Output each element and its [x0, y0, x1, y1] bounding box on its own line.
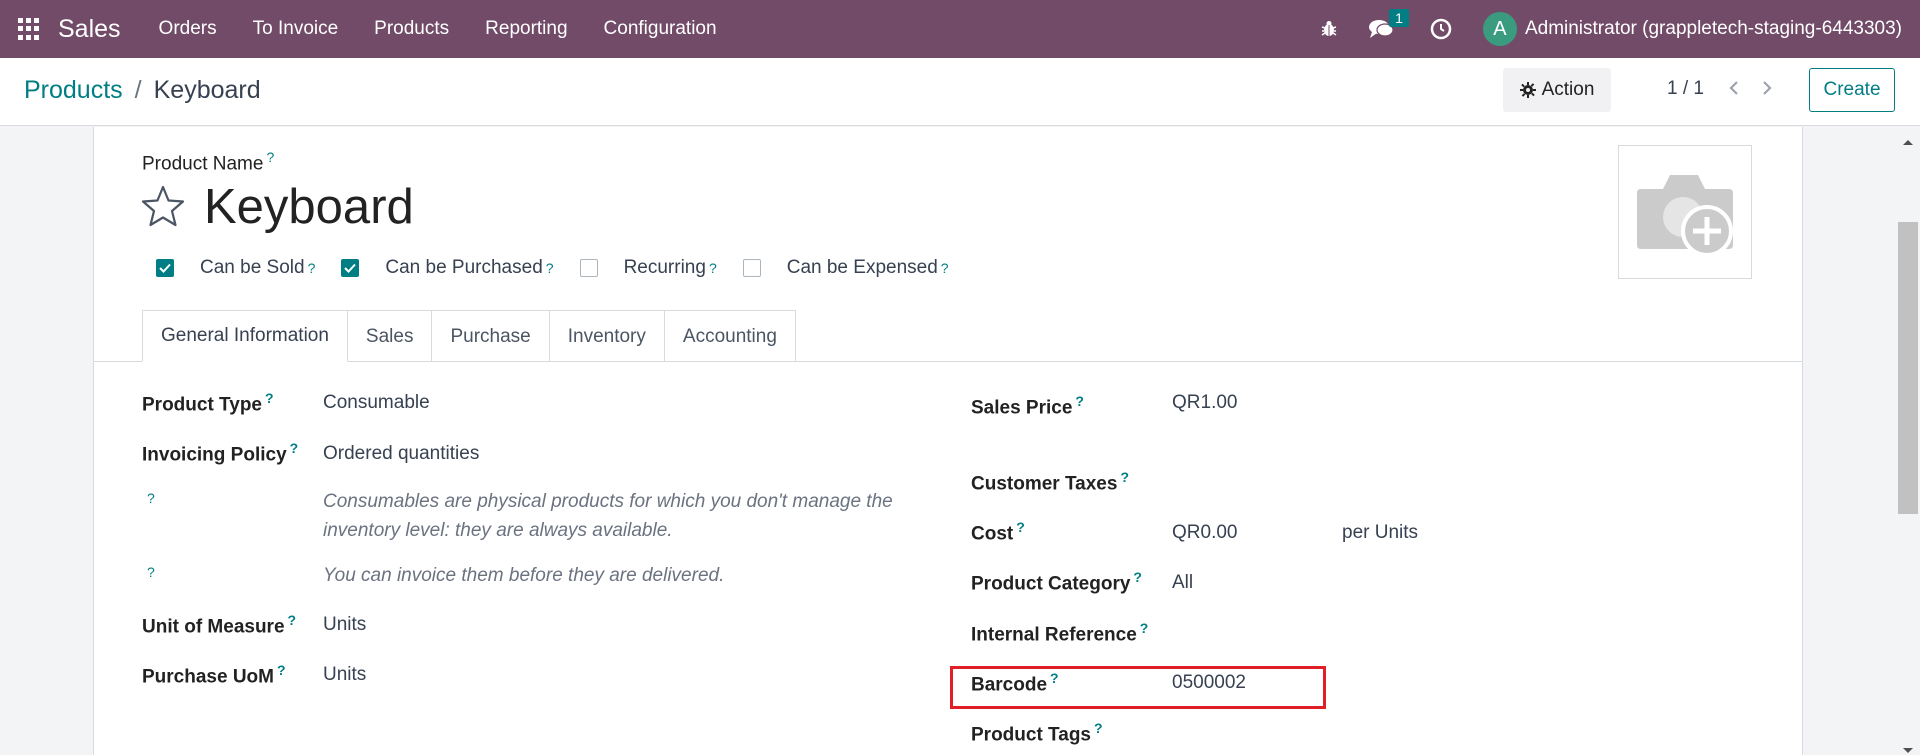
help-icon[interactable]: ?: [1120, 469, 1129, 485]
favorite-star-icon[interactable]: [140, 184, 186, 233]
product-type-field[interactable]: Consumable: [323, 392, 430, 414]
product-category-field[interactable]: All: [1172, 572, 1193, 594]
help-icon[interactable]: ?: [1075, 393, 1084, 409]
help-icon[interactable]: ?: [546, 260, 554, 276]
help-icon[interactable]: ?: [266, 149, 274, 165]
message-count-badge: 1: [1389, 9, 1409, 27]
tab-general-information[interactable]: General Information: [142, 310, 348, 362]
scroll-up-arrow-icon[interactable]: [1901, 134, 1915, 152]
app-name[interactable]: Sales: [58, 15, 121, 44]
pager-next-icon[interactable]: [1757, 76, 1777, 100]
help-icon[interactable]: ?: [1094, 720, 1103, 736]
clock-icon[interactable]: [1427, 15, 1455, 43]
menu-orders[interactable]: Orders: [141, 0, 235, 58]
apps-grid-icon[interactable]: [18, 18, 40, 40]
product-category-label: Product Category?: [971, 569, 1142, 595]
product-name-field[interactable]: Keyboard: [204, 179, 414, 235]
main-menu: Orders To Invoice Products Reporting Con…: [141, 0, 735, 58]
gear-icon: [1519, 82, 1536, 98]
breadcrumb: Products / Keyboard: [24, 76, 261, 105]
control-panel: Products / Keyboard Action 1 / 1 Create: [0, 58, 1920, 126]
action-label: Action: [1541, 79, 1595, 100]
invoicing-policy-field[interactable]: Ordered quantities: [323, 443, 479, 465]
can-be-expensed-checkbox[interactable]: [742, 259, 761, 277]
sales-price-field[interactable]: QR1.00: [1172, 392, 1237, 414]
pager-previous-icon[interactable]: [1724, 76, 1744, 100]
cost-unit-label: per Units: [1342, 522, 1419, 543]
user-menu[interactable]: Administrator (grappletech-staging-64433…: [1525, 18, 1902, 40]
tab-purchase[interactable]: Purchase: [431, 310, 550, 362]
unit-of-measure-label: Unit of Measure?: [142, 612, 297, 638]
barcode-highlight: [950, 666, 1326, 709]
menu-reporting[interactable]: Reporting: [467, 0, 585, 58]
invoicing-policy-help: You can invoice them before they are del…: [323, 565, 725, 586]
can-be-expensed-label: Can be Expensed: [786, 257, 938, 278]
help-icon[interactable]: ?: [265, 390, 274, 406]
help-icon[interactable]: ?: [147, 490, 155, 506]
help-icon[interactable]: ?: [147, 564, 155, 580]
breadcrumb-current: Keyboard: [153, 76, 261, 104]
scrollbar-thumb[interactable]: [1898, 222, 1918, 514]
bug-icon[interactable]: [1315, 15, 1343, 43]
create-button[interactable]: Create: [1809, 68, 1895, 112]
can-be-purchased-label: Can be Purchased: [385, 257, 543, 278]
help-icon[interactable]: ?: [941, 260, 949, 276]
flag-can-be-expensed: Can be Expensed?: [742, 257, 949, 279]
help-icon[interactable]: ?: [308, 260, 316, 276]
customer-taxes-label: Customer Taxes?: [971, 469, 1129, 495]
recurring-label: Recurring: [623, 257, 706, 278]
tab-inventory[interactable]: Inventory: [548, 310, 665, 362]
product-form-sheet: Product Name? Keyboard Can be Sold? Can …: [93, 127, 1803, 755]
flag-recurring: Recurring?: [579, 257, 717, 279]
camera-add-icon: [1637, 175, 1733, 257]
invoicing-policy-label: Invoicing Policy?: [142, 440, 299, 466]
menu-configuration[interactable]: Configuration: [586, 0, 735, 58]
tabs-divider: [94, 361, 1802, 362]
avatar[interactable]: A: [1482, 12, 1517, 46]
product-tags-label: Product Tags?: [971, 720, 1103, 746]
purchase-uom-field[interactable]: Units: [323, 664, 366, 686]
product-image-upload[interactable]: [1618, 145, 1752, 279]
help-icon[interactable]: ?: [709, 260, 717, 276]
recurring-checkbox[interactable]: [579, 259, 598, 277]
flag-can-be-sold: Can be Sold?: [156, 257, 315, 279]
help-icon[interactable]: ?: [1016, 519, 1025, 535]
can-be-sold-checkbox[interactable]: [156, 259, 174, 277]
help-icon[interactable]: ?: [277, 662, 286, 678]
form-tabs: General Information Sales Purchase Inven…: [142, 310, 796, 362]
cost-field[interactable]: QR0.00: [1172, 522, 1237, 544]
top-navbar: Sales Orders To Invoice Products Reporti…: [0, 0, 1920, 58]
breadcrumb-separator: /: [134, 76, 142, 104]
product-flags: Can be Sold? Can be Purchased? Recurring…: [156, 257, 975, 279]
help-icon[interactable]: ?: [290, 440, 299, 456]
help-icon[interactable]: ?: [288, 612, 297, 628]
sales-price-label: Sales Price?: [971, 393, 1084, 419]
product-name-label: Product Name?: [142, 149, 275, 175]
help-icon[interactable]: ?: [1140, 620, 1149, 636]
purchase-uom-label: Purchase UoM?: [142, 662, 286, 688]
flag-can-be-purchased: Can be Purchased?: [341, 257, 554, 279]
menu-products[interactable]: Products: [356, 0, 467, 58]
tab-accounting[interactable]: Accounting: [663, 310, 796, 362]
can-be-sold-label: Can be Sold: [200, 257, 305, 278]
tab-sales[interactable]: Sales: [346, 310, 433, 362]
messages-icon[interactable]: 1: [1367, 9, 1409, 43]
menu-to-invoice[interactable]: To Invoice: [235, 0, 357, 58]
unit-of-measure-field[interactable]: Units: [323, 614, 366, 636]
navbar-systray: 1 A Administrator (grappletech-staging-6…: [1297, 0, 1902, 58]
breadcrumb-products[interactable]: Products: [24, 76, 123, 105]
help-icon[interactable]: ?: [1133, 569, 1142, 585]
pager-value[interactable]: 1 / 1: [1667, 78, 1704, 100]
product-type-help: Consumables are physical products for wh…: [323, 491, 893, 541]
product-type-label: Product Type?: [142, 390, 274, 416]
action-button[interactable]: Action: [1503, 68, 1611, 112]
internal-reference-label: Internal Reference?: [971, 620, 1149, 646]
cost-label: Cost?: [971, 519, 1025, 545]
can-be-purchased-checkbox[interactable]: [341, 259, 360, 277]
scroll-down-arrow-icon[interactable]: [1901, 743, 1915, 755]
